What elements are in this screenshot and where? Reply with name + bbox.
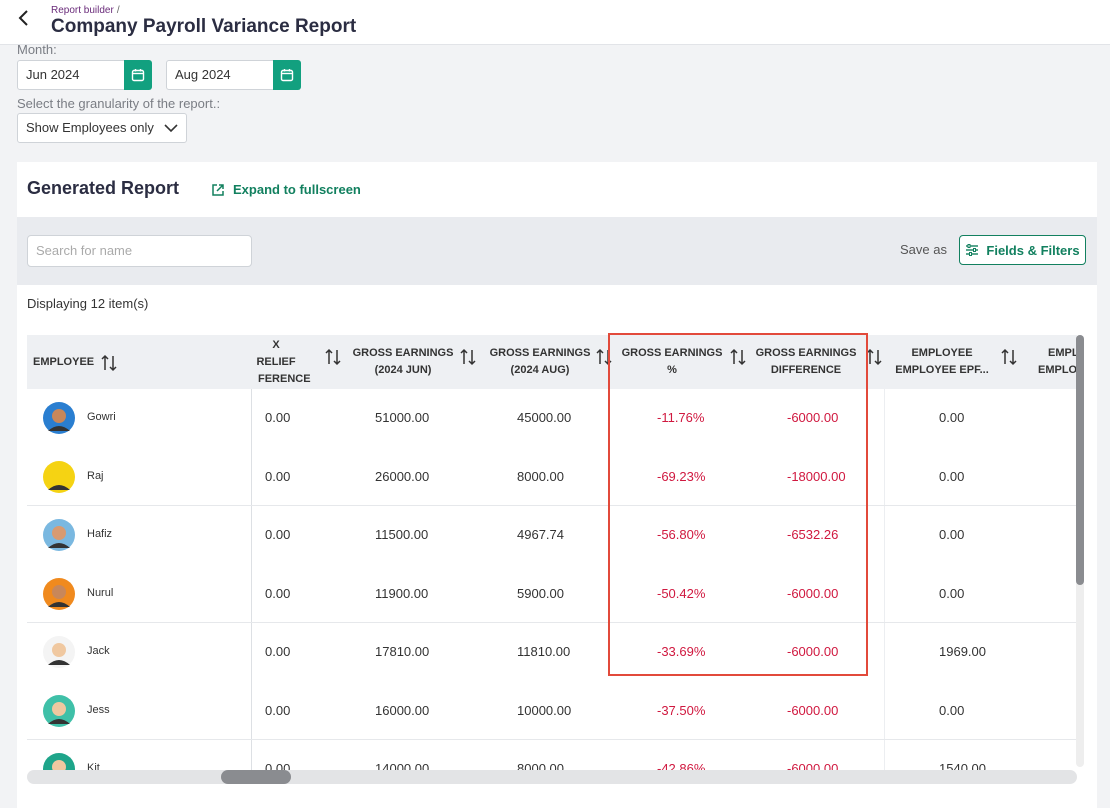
employee-epf-cell: 0.00: [939, 702, 965, 718]
employee-cell[interactable]: Hafiz: [27, 506, 252, 564]
table-row[interactable]: Gowri 0.00 51000.00 45000.00 -11.76% -6000.00…: [27, 389, 1077, 447]
external-link-icon: [212, 183, 224, 196]
calendar-icon: [280, 69, 294, 82]
avatar: [43, 402, 75, 434]
table-header: EMPLOYEE X RELIEF FERENCE GROSS EARNINGS(…: [27, 335, 1077, 389]
employee-cell[interactable]: Jess: [27, 682, 252, 740]
avatar: [43, 636, 75, 668]
table-row[interactable]: Nurul 0.00 11900.00 5900.00 -50.42% -6000.00 0…: [27, 565, 1077, 623]
vertical-scroll-thumb[interactable]: [1076, 335, 1084, 585]
relief-cell: 0.00: [265, 702, 291, 718]
employee-name: Nurul: [87, 586, 114, 599]
gross-jun-cell: 16000.00: [375, 702, 430, 718]
top-bar: Report builder / Company Payroll Variance…: [0, 0, 1110, 45]
gross-aug-cell: 4967.74: [517, 527, 564, 542]
chevron-down-icon: [164, 124, 178, 133]
gross-aug-cell: 5900.00: [517, 585, 564, 601]
col-gross-jun[interactable]: GROSS EARNINGS (2024 JUN): [347, 335, 459, 389]
gross-jun-cell: 26000.00: [375, 468, 430, 484]
employee-epf-cell: 0.00: [939, 585, 965, 601]
back-arrow-icon[interactable]: [14, 8, 34, 28]
item-count: Displaying 12 item(s): [27, 296, 149, 311]
highlight-box: [608, 333, 868, 676]
gross-aug-cell: 10000.00: [517, 702, 572, 718]
from-calendar-button[interactable]: [124, 60, 152, 90]
employee-name: Gowri: [87, 411, 116, 423]
to-month-input[interactable]: Aug 2024: [166, 60, 274, 90]
breadcrumb[interactable]: Report builder /: [51, 5, 120, 16]
save-as-button[interactable]: Save as: [900, 242, 947, 257]
fields-filters-button[interactable]: Fields & Filters: [959, 235, 1086, 265]
avatar: [43, 519, 75, 551]
col-next[interactable]: EMPLEMPLOY: [1027, 335, 1077, 389]
expand-label: Expand to fullscreen: [233, 182, 361, 197]
report-table: EMPLOYEE X RELIEF FERENCE GROSS EARNINGS(…: [27, 335, 1077, 772]
gross-aug-cell: 8000.00: [517, 468, 564, 484]
employee-epf-cell: 0.00: [939, 410, 965, 425]
avatar: [43, 577, 75, 610]
vertical-scrollbar[interactable]: [1076, 335, 1084, 767]
granularity-select[interactable]: Show Employees only: [17, 113, 187, 143]
employee-epf-cell: 0.00: [939, 527, 965, 542]
fields-filters-label: Fields & Filters: [986, 242, 1080, 258]
relief-cell: 0.00: [265, 410, 291, 425]
employee-epf-cell: 0.00: [939, 468, 965, 484]
relief-cell: 0.00: [265, 585, 291, 601]
gross-jun-cell: 11500.00: [375, 527, 429, 542]
employee-name: Jess: [87, 703, 110, 716]
calendar-icon: [131, 69, 145, 82]
avatar: [43, 460, 75, 493]
employee-name: Hafiz: [87, 528, 113, 540]
sort-icon[interactable]: [100, 353, 118, 373]
col-tax-relief[interactable]: X RELIEF FERENCE: [252, 335, 310, 389]
horizontal-scroll-thumb[interactable]: [221, 770, 291, 784]
employee-cell[interactable]: Gowri: [27, 389, 252, 447]
from-month-input[interactable]: Jun 2024: [17, 60, 125, 90]
table-row[interactable]: Raj 0.00 26000.00 8000.00 -69.23% -18000.00 0.…: [27, 448, 1077, 506]
col-gross-aug[interactable]: GROSS EARNINGS (2024 AUG): [485, 335, 595, 389]
table-row[interactable]: Jess 0.00 16000.00 10000.00 -37.50% -6000.00 0…: [27, 682, 1077, 740]
employee-cell[interactable]: Nurul: [27, 565, 252, 623]
gross-jun-cell: 17810.00: [375, 644, 430, 659]
employee-cell[interactable]: Jack: [27, 623, 252, 681]
table-row[interactable]: Jack 0.00 17810.00 11810.00 -33.69% -6000.00 1…: [27, 623, 1077, 681]
employee-cell[interactable]: Kit: [27, 740, 252, 772]
relief-cell: 0.00: [265, 644, 291, 659]
sort-icon[interactable]: [324, 347, 342, 367]
report-panel: Generated Report Expand to fullscreen Se…: [17, 162, 1097, 808]
gross-jun-cell: 11900.00: [375, 585, 429, 601]
gross-pct-cell: -37.50%: [657, 702, 706, 718]
gross-aug-cell: 11810.00: [517, 644, 571, 659]
avatar: [43, 694, 75, 727]
employee-cell[interactable]: Raj: [27, 448, 252, 506]
sort-icon[interactable]: [459, 347, 477, 367]
granularity-value: Show Employees only: [26, 120, 154, 135]
page-title: Company Payroll Variance Report: [51, 16, 357, 37]
employee-name: Raj: [87, 469, 104, 482]
table-row[interactable]: Kit 0.00 14000.00 8000.00 -42.86% -6000.00 154…: [27, 740, 1077, 772]
table-row[interactable]: Hafiz 0.00 11500.00 4967.74 -56.80% -6532.26 0…: [27, 506, 1077, 564]
gross-diff-cell: -6000.00: [787, 702, 839, 718]
sliders-icon: [966, 244, 979, 256]
generated-report-title: Generated Report: [27, 178, 180, 198]
relief-cell: 0.00: [265, 468, 291, 484]
horizontal-scrollbar[interactable]: [27, 770, 1077, 784]
sort-icon[interactable]: [1000, 347, 1018, 367]
granularity-label: Select the granularity of the report.:: [17, 96, 221, 111]
relief-cell: 0.00: [265, 527, 291, 542]
gross-jun-cell: 51000.00: [375, 410, 430, 425]
gross-aug-cell: 45000.00: [517, 410, 572, 425]
employee-epf-cell: 1969.00: [939, 644, 986, 659]
col-employee-epf[interactable]: EMPLOYEE EMPLOYEE EPF...: [887, 335, 997, 389]
employee-name: Jack: [87, 645, 110, 657]
month-label: Month:: [17, 42, 57, 57]
report-toolbar: Search for name Save as Fields & Filters: [17, 217, 1097, 285]
search-input[interactable]: Search for name: [27, 235, 252, 267]
expand-fullscreen-link[interactable]: Expand to fullscreen: [211, 182, 361, 197]
to-calendar-button[interactable]: [273, 60, 301, 90]
